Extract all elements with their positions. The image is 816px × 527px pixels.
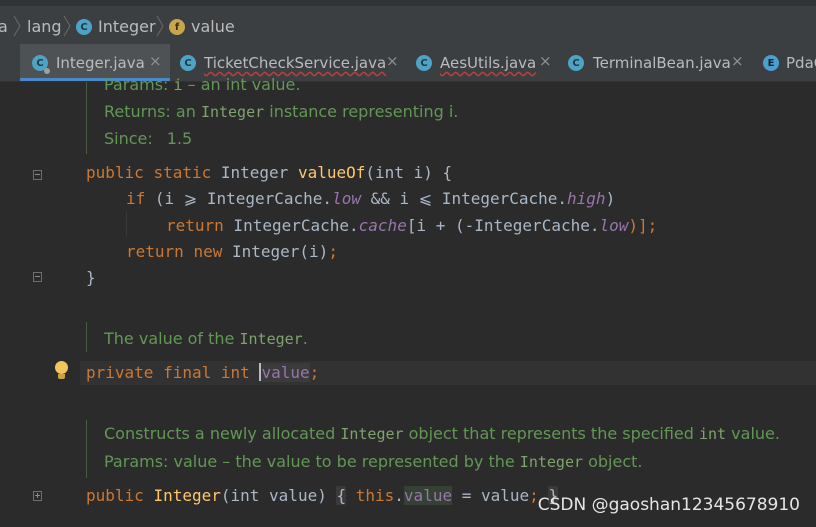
lightbulb-icon[interactable]	[55, 361, 68, 379]
code-line-if[interactable]: if (i ⩾ IntegerCache.low && i ⩽ IntegerC…	[126, 189, 615, 209]
doc-constructor-line2: Params: value – the value to be represen…	[104, 452, 643, 471]
tab-terminalbean-java[interactable]: C TerminalBean.java ×	[556, 44, 752, 81]
doc-comment-bar	[86, 420, 87, 478]
tab-label: TerminalBean.java	[593, 54, 731, 72]
editor-gutter	[0, 82, 80, 527]
indent-guide	[126, 212, 127, 236]
lock-badge-icon	[44, 68, 50, 74]
code-line-field-declaration[interactable]: private final int value;	[86, 363, 319, 383]
breadcrumb-item-a[interactable]: a	[0, 17, 8, 37]
field-icon: f	[169, 19, 185, 35]
code-line-valueof-signature[interactable]: public static Integer valueOf(int i) {	[86, 163, 452, 183]
class-icon: C	[180, 55, 196, 71]
doc-comment-bar	[86, 322, 87, 352]
tab-label: PdaC	[786, 54, 816, 72]
doc-comment-bar	[86, 82, 87, 154]
tab-label: AesUtils.java	[440, 54, 537, 72]
breadcrumb-separator-icon	[13, 15, 21, 37]
fold-collapse-icon[interactable]	[33, 170, 42, 180]
class-icon: C	[76, 19, 92, 35]
title-strip	[0, 0, 816, 6]
doc-params-line: Params: i – an int value.	[104, 75, 301, 94]
fold-expand-icon[interactable]	[33, 491, 42, 501]
breadcrumb-item-lang[interactable]: lang	[27, 17, 62, 37]
code-line-close-brace[interactable]: }	[86, 268, 96, 288]
code-line-return-cache[interactable]: return IntegerCache.cache[i + (-IntegerC…	[166, 216, 657, 236]
tab-label: Integer.java	[56, 54, 145, 72]
breadcrumb-separator-icon	[156, 15, 164, 37]
csdn-watermark: CSDN @gaoshan12345678910	[537, 495, 800, 515]
doc-since-line: Since: 1.5	[104, 129, 193, 148]
fold-collapse-icon[interactable]	[33, 272, 42, 282]
breadcrumb-separator-icon	[63, 15, 71, 37]
breadcrumb-item-integer[interactable]: Integer	[98, 17, 156, 37]
class-icon: C	[568, 55, 584, 71]
breadcrumb-item-value[interactable]: value	[191, 17, 235, 37]
close-tab-icon[interactable]: ×	[149, 52, 162, 70]
tab-pdac[interactable]: E PdaC	[752, 44, 816, 81]
tab-label: TicketCheckService.java	[204, 54, 387, 72]
doc-constructor-line1: Constructs a newly allocated Integer obj…	[104, 424, 780, 443]
close-tab-icon[interactable]: ×	[731, 52, 744, 70]
close-tab-icon[interactable]: ×	[539, 52, 552, 70]
doc-value-field: The value of the Integer.	[104, 329, 308, 348]
close-tab-icon[interactable]: ×	[386, 52, 399, 70]
enum-icon: E	[763, 55, 779, 71]
navigation-breadcrumb: a lang C Integer f value	[0, 0, 816, 44]
doc-returns-line: Returns: an Integer instance representin…	[104, 102, 459, 121]
tab-aesutils-java[interactable]: C AesUtils.java ×	[406, 44, 556, 81]
class-icon: C	[416, 55, 432, 71]
code-line-return-new[interactable]: return new Integer(i);	[126, 242, 338, 262]
code-line-constructor[interactable]: public Integer(int value) { this.value =…	[86, 486, 559, 506]
